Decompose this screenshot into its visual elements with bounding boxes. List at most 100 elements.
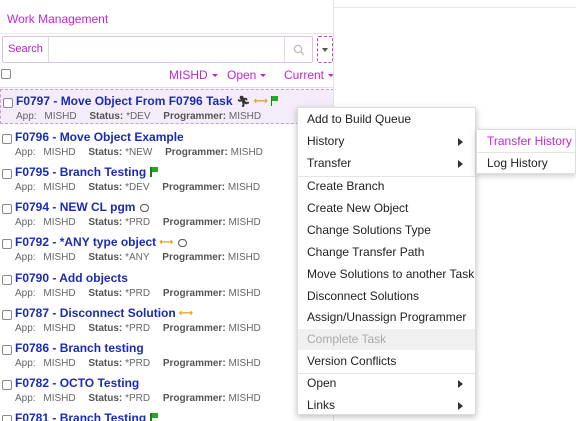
task-row[interactable]: F0781 - Branch Testing [0,407,333,421]
task-app: MISHD [44,111,77,122]
menu-add-to-build-queue[interactable]: Add to Build Queue [298,109,475,130]
task-status: *DEV [126,111,151,122]
task-row[interactable]: F0782 - OCTO Testing App: MISHD Status: … [0,372,333,407]
app-label: App: [15,323,36,334]
app-label: App: [15,252,36,263]
task-app: MISHD [43,288,76,299]
programmer-label: Programmer: [162,323,226,334]
app-label: App: [15,182,36,193]
panel-title: Work Management [7,12,109,26]
task-checkbox[interactable] [2,239,12,249]
task-app: MISHD [43,252,76,263]
submenu-log-history[interactable]: Log History [477,153,575,174]
task-title: F0792 - *ANY type object [15,235,157,249]
status-label: Status: [88,358,123,369]
task-title: F0794 - NEW CL pgm [15,200,136,214]
programmer-label: Programmer: [162,288,226,299]
search-input[interactable] [50,38,282,61]
flag-icon [150,167,158,177]
menu-open[interactable]: Open [298,373,475,394]
task-checkbox[interactable] [2,415,12,421]
task-checkbox[interactable] [2,204,12,214]
task-app: MISHD [43,182,76,193]
task-title: F0796 - Move Object Example [15,130,184,144]
menu-history-label: History [307,134,345,148]
search-bar: Search [2,36,333,63]
status-label: Status: [88,288,123,299]
task-title: F0787 - Disconnect Solution [15,306,176,320]
menu-history[interactable]: History [298,131,475,152]
search-button[interactable] [284,37,313,62]
chevron-right-icon [458,402,463,410]
task-checkbox[interactable] [2,169,12,179]
search-options-dropdown[interactable] [317,36,333,63]
flag-icon [150,413,158,421]
menu-move-solutions[interactable]: Move Solutions to another Task [298,264,475,285]
task-status: *NEW [125,147,153,158]
status-label: Status: [88,252,123,263]
history-submenu: Transfer History Log History [476,129,576,174]
task-programmer: MISHD [228,111,262,122]
menu-version-conflicts[interactable]: Version Conflicts [298,351,475,372]
task-checkbox[interactable] [2,380,12,390]
task-row[interactable]: F0790 - Add objects App: MISHD Status: *… [0,267,333,302]
filter-state[interactable]: Open [227,68,267,82]
task-row[interactable]: F0796 - Move Object Example App: MISHD S… [0,126,333,161]
task-checkbox[interactable] [2,134,12,144]
menu-create-new-object[interactable]: Create New Object [298,198,475,219]
task-row[interactable]: F0792 - *ANY type object ⟷ App: MISHD St… [0,231,333,266]
menu-create-branch[interactable]: Create Branch [298,176,475,197]
running-icon: 🏃︎ [236,95,251,108]
task-programmer: MISHD [227,252,261,263]
status-label: Status: [88,323,123,334]
task-checkbox[interactable] [3,98,13,108]
menu-transfer-label: Transfer [307,156,352,170]
task-status: *PRD [125,393,151,404]
filter-owner[interactable]: MISHD [169,68,218,82]
search-box: Search [2,36,313,63]
menu-disconnect-solutions[interactable]: Disconnect Solutions [298,286,475,307]
task-app: MISHD [43,217,76,228]
task-programmer: MISHD [228,323,261,334]
task-status: *PRD [125,217,151,228]
task-checkbox[interactable] [2,345,12,355]
task-checkbox[interactable] [2,275,12,285]
task-title: F0786 - Branch testing [15,341,144,355]
task-status: *ANY [125,252,150,263]
comment-icon [177,239,187,247]
menu-assign-programmer[interactable]: Assign/Unassign Programmer [298,307,475,328]
menu-open-label: Open [307,376,337,390]
app-root: Work Management Search MISHD Open Curren… [0,0,576,421]
app-label: App: [15,288,36,299]
task-title: F0790 - Add objects [15,271,128,285]
menu-links[interactable]: Links [298,395,475,416]
comment-icon [140,204,150,212]
task-programmer: MISHD [228,217,261,228]
programmer-label: Programmer: [162,358,226,369]
menu-change-transfer-path[interactable]: Change Transfer Path [298,242,475,263]
task-row[interactable]: F0786 - Branch testing App: MISHD Status… [0,337,333,372]
task-row[interactable]: F0794 - NEW CL pgm App: MISHD Status: *P… [0,196,333,231]
submenu-transfer-history[interactable]: Transfer History [477,131,575,152]
task-row[interactable]: F0787 - Disconnect Solution ⟷ App: MISHD… [0,302,333,337]
select-all-checkbox[interactable] [1,69,11,79]
menu-complete-task: Complete Task [298,329,475,350]
task-checkbox[interactable] [2,310,12,320]
status-label: Status: [89,111,124,122]
filter-scope[interactable]: Current [284,68,333,82]
status-label: Status: [88,182,123,193]
programmer-label: Programmer: [162,393,226,404]
task-row[interactable]: F0795 - Branch Testing App: MISHD Status… [0,161,333,196]
link-icon: ⟷ [178,307,193,319]
task-programmer: MISHD [230,147,263,158]
programmer-label: Programmer: [162,182,226,193]
task-title: F0782 - OCTO Testing [15,376,140,390]
work-management-panel: Work Management Search MISHD Open Curren… [0,0,334,421]
task-row[interactable]: F0797 - Move Object From F0796 Task 🏃︎ ⟷… [0,89,333,124]
programmer-label: Programmer: [163,111,227,122]
filter-scope-label: Current [284,68,325,82]
task-title: F0795 - Branch Testing [15,165,147,179]
task-status: *PRD [125,323,151,334]
menu-change-solutions-type[interactable]: Change Solutions Type [298,220,475,241]
menu-transfer[interactable]: Transfer [298,153,475,174]
